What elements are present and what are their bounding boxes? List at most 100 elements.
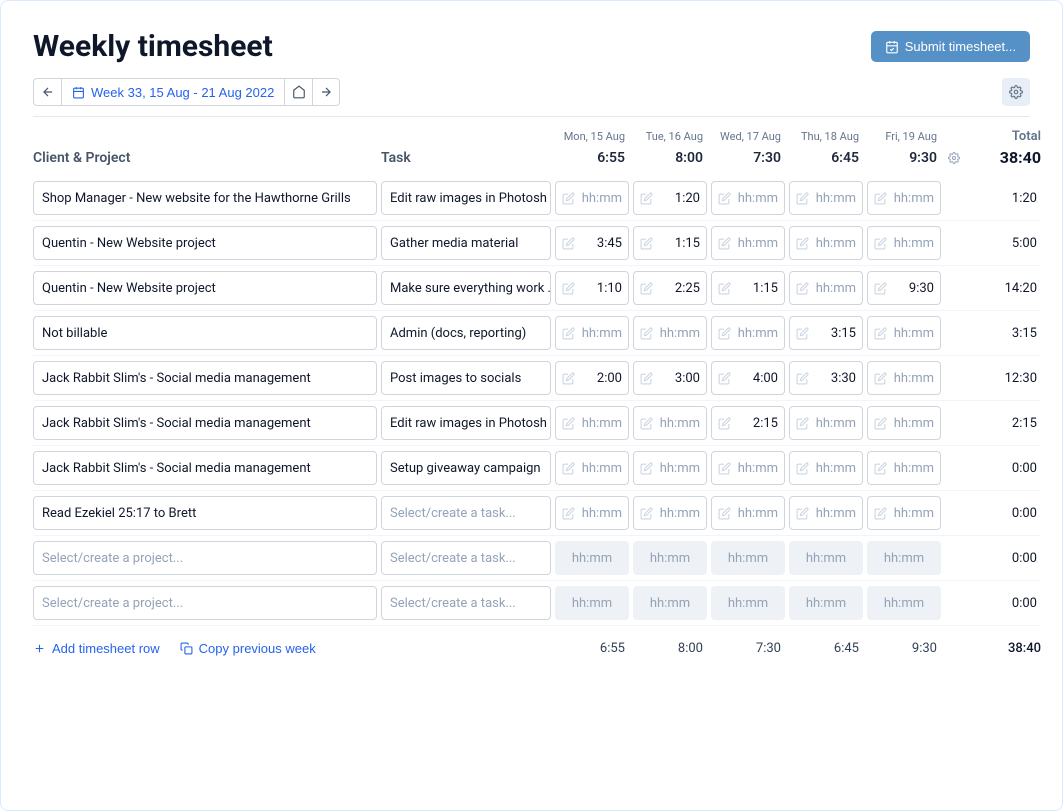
time-input[interactable]: hh:mm <box>789 451 863 485</box>
project-input[interactable]: Shop Manager - New website for the Hawth… <box>33 181 377 215</box>
edit-icon <box>796 327 809 340</box>
time-input[interactable]: hh:mm <box>633 316 707 350</box>
page-title: Weekly timesheet <box>33 29 273 64</box>
edit-icon <box>796 462 809 475</box>
time-input[interactable]: 1:20 <box>633 181 707 215</box>
time-input[interactable]: 4:00 <box>711 361 785 395</box>
task-input[interactable]: Select/create a task... <box>381 541 551 575</box>
settings-button[interactable] <box>1002 78 1030 106</box>
time-input[interactable]: 9:30 <box>867 271 941 305</box>
time-input[interactable]: hh:mm <box>711 496 785 530</box>
time-input[interactable]: hh:mm <box>555 406 629 440</box>
project-input[interactable]: Quentin - New Website project <box>33 226 377 260</box>
day-header-total: 6:55 <box>555 150 629 166</box>
time-input[interactable]: 3:00 <box>633 361 707 395</box>
time-input[interactable]: hh:mm <box>867 451 941 485</box>
footer-grand-total: 38:40 <box>967 641 1041 656</box>
gear-icon <box>1009 85 1023 99</box>
edit-icon <box>796 237 809 250</box>
day-header-label: Thu, 18 Aug <box>789 130 863 143</box>
footer-day-total: 8:00 <box>633 641 707 656</box>
time-input[interactable]: hh:mm <box>711 451 785 485</box>
time-input[interactable]: hh:mm <box>789 181 863 215</box>
task-input[interactable]: Post images to socials <box>381 361 551 395</box>
copy-week-button[interactable]: Copy previous week <box>180 641 316 656</box>
time-input[interactable]: 1:10 <box>555 271 629 305</box>
day-header-total: 6:45 <box>789 150 863 166</box>
day-header-label: Fri, 19 Aug <box>867 130 941 143</box>
time-input-disabled: hh:mm <box>789 541 863 575</box>
footer-day-total: 7:30 <box>711 641 785 656</box>
edit-icon <box>796 282 809 295</box>
day-header-label: Tue, 16 Aug <box>633 130 707 143</box>
copy-icon <box>180 642 193 655</box>
task-input[interactable]: Make sure everything work ... <box>381 271 551 305</box>
edit-icon <box>874 417 887 430</box>
day-header-total: 9:30 <box>867 150 941 166</box>
total-header-label: Total <box>967 129 1041 144</box>
project-input[interactable]: Select/create a project... <box>33 586 377 620</box>
footer-day-total: 6:55 <box>555 641 629 656</box>
task-input[interactable]: Admin (docs, reporting) <box>381 316 551 350</box>
client-project-header: Client & Project <box>33 150 377 166</box>
time-input[interactable]: 2:15 <box>711 406 785 440</box>
edit-icon <box>718 372 731 385</box>
task-input[interactable]: Setup giveaway campaign <box>381 451 551 485</box>
edit-icon <box>562 417 575 430</box>
calendar-check-icon <box>885 40 899 54</box>
date-range-text: Week 33, 15 Aug - 21 Aug 2022 <box>91 85 274 100</box>
time-input[interactable]: hh:mm <box>711 226 785 260</box>
time-input[interactable]: hh:mm <box>633 496 707 530</box>
task-input[interactable]: Edit raw images in Photosh ... <box>381 181 551 215</box>
time-input[interactable]: hh:mm <box>555 496 629 530</box>
edit-icon <box>796 417 809 430</box>
project-input[interactable]: Not billable <box>33 316 377 350</box>
task-input[interactable]: Edit raw images in Photosh ... <box>381 406 551 440</box>
time-input[interactable]: hh:mm <box>867 226 941 260</box>
time-input[interactable]: hh:mm <box>789 226 863 260</box>
time-input[interactable]: hh:mm <box>867 496 941 530</box>
time-input[interactable]: hh:mm <box>789 271 863 305</box>
time-input[interactable]: hh:mm <box>633 451 707 485</box>
submit-timesheet-button[interactable]: Submit timesheet... <box>871 31 1030 62</box>
date-range-button[interactable]: Week 33, 15 Aug - 21 Aug 2022 <box>61 78 284 106</box>
next-week-button[interactable] <box>312 78 340 106</box>
project-input[interactable]: Jack Rabbit Slim's - Social media manage… <box>33 451 377 485</box>
calendar-icon <box>72 86 85 99</box>
project-input[interactable]: Jack Rabbit Slim's - Social media manage… <box>33 406 377 440</box>
task-input[interactable]: Select/create a task... <box>381 586 551 620</box>
time-input[interactable]: hh:mm <box>867 316 941 350</box>
time-input-disabled: hh:mm <box>867 541 941 575</box>
time-input[interactable]: hh:mm <box>789 496 863 530</box>
time-input[interactable]: hh:mm <box>555 451 629 485</box>
project-input[interactable]: Quentin - New Website project <box>33 271 377 305</box>
time-input[interactable]: hh:mm <box>867 361 941 395</box>
task-input[interactable]: Gather media material <box>381 226 551 260</box>
project-input[interactable]: Jack Rabbit Slim's - Social media manage… <box>33 361 377 395</box>
project-input[interactable]: Select/create a project... <box>33 541 377 575</box>
time-input[interactable]: 1:15 <box>711 271 785 305</box>
time-input[interactable]: hh:mm <box>867 406 941 440</box>
time-input[interactable]: hh:mm <box>867 181 941 215</box>
time-input[interactable]: hh:mm <box>555 181 629 215</box>
time-input[interactable]: 1:15 <box>633 226 707 260</box>
column-settings-button[interactable] <box>945 152 963 164</box>
time-input[interactable]: 3:30 <box>789 361 863 395</box>
time-input[interactable]: hh:mm <box>633 406 707 440</box>
today-button[interactable] <box>284 78 312 106</box>
task-input[interactable]: Select/create a task... <box>381 496 551 530</box>
time-input[interactable]: 2:25 <box>633 271 707 305</box>
project-input[interactable]: Read Ezekiel 25:17 to Brett <box>33 496 377 530</box>
row-total: 14:20 <box>967 281 1041 296</box>
time-input[interactable]: hh:mm <box>555 316 629 350</box>
prev-week-button[interactable] <box>33 78 61 106</box>
time-input[interactable]: 2:00 <box>555 361 629 395</box>
footer-day-total: 6:45 <box>789 641 863 656</box>
edit-icon <box>562 372 575 385</box>
add-row-button[interactable]: Add timesheet row <box>33 641 160 656</box>
time-input[interactable]: hh:mm <box>711 181 785 215</box>
time-input[interactable]: 3:45 <box>555 226 629 260</box>
time-input[interactable]: hh:mm <box>789 406 863 440</box>
time-input[interactable]: hh:mm <box>711 316 785 350</box>
time-input[interactable]: 3:15 <box>789 316 863 350</box>
